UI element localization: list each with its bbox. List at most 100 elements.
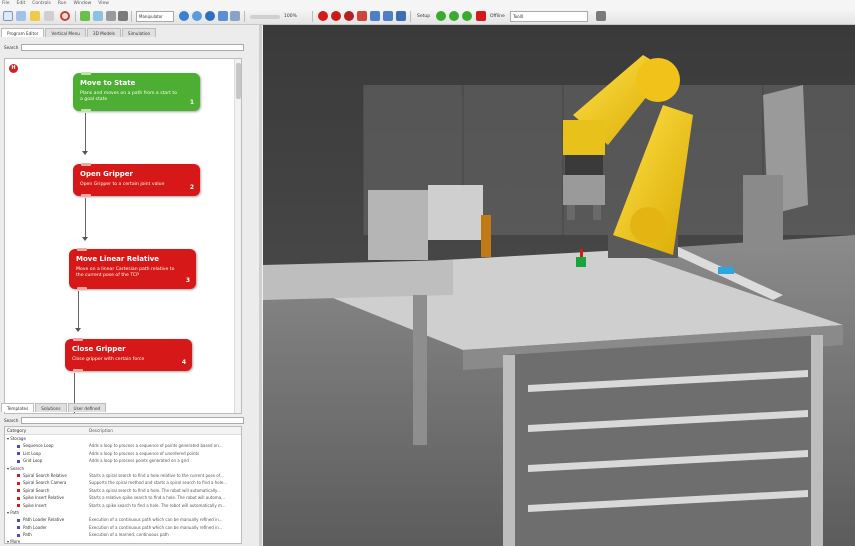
tab-templates[interactable]: Templates (1, 403, 35, 412)
template-icon (17, 452, 20, 456)
tab-simulation[interactable]: Simulation (121, 28, 157, 37)
node-output-port[interactable] (73, 369, 83, 372)
speed-slider[interactable] (250, 15, 280, 19)
tab-vertical-menu[interactable]: Vertical Menu (45, 28, 86, 37)
search-icon[interactable] (118, 11, 128, 21)
frame-tool-icon[interactable] (383, 11, 393, 21)
tree-item-row[interactable]: Path Execution of a learned, continuous p… (5, 531, 241, 538)
tree-item-row[interactable]: List Loop Adds a loop to process a sequen… (5, 450, 241, 457)
toolbar-separator (312, 11, 313, 22)
template-search-input[interactable] (21, 416, 244, 424)
node-output-port[interactable] (77, 287, 87, 290)
toolbar-separator (410, 11, 411, 22)
tree-item-row[interactable]: Sequence Loop Adds a loop to process a se… (5, 442, 241, 449)
folder-icon[interactable] (30, 11, 40, 21)
record-path-icon[interactable] (331, 11, 341, 21)
frame-icon[interactable] (230, 11, 240, 21)
node-input-port[interactable] (77, 248, 87, 251)
view-icon[interactable] (179, 11, 189, 21)
tree-label: Spike Insert Relative (23, 495, 64, 501)
tree-category-row[interactable]: ▾ Search (5, 465, 241, 472)
column-header-category[interactable]: Category (5, 427, 89, 434)
node-move-to-state[interactable]: Move to State Plans and moves on a path … (73, 72, 200, 112)
tree-category-cell: ▾ Search (5, 465, 89, 472)
step-icon[interactable] (449, 11, 459, 21)
menu-window[interactable]: Window (74, 0, 92, 8)
cut-icon[interactable] (93, 11, 103, 21)
manipulator-dropdown[interactable]: Manipulator (136, 11, 174, 22)
search-input[interactable] (21, 43, 244, 51)
globe-icon[interactable] (205, 11, 215, 21)
gripper-icon[interactable] (357, 11, 367, 21)
node-output-port[interactable] (81, 194, 91, 197)
settings-gear-icon[interactable] (596, 11, 606, 21)
tree-description-cell: Starts a relative spike search to find a… (89, 495, 225, 501)
menu-file[interactable]: File (2, 0, 10, 8)
program-scrollbar[interactable] (234, 59, 241, 413)
tree-category-row[interactable]: ▾ Storage (5, 435, 241, 442)
node-number: 2 (189, 184, 194, 191)
template-tree[interactable]: Category Description ▾ Storage Sequence L… (4, 426, 242, 544)
tree-category-row[interactable]: ▾ More (5, 538, 241, 543)
left-conveyor (263, 260, 453, 300)
tree-category-cell: Spiral Search (5, 487, 89, 494)
tree-item-row[interactable]: Path Loader Execution of a continuous pat… (5, 524, 241, 531)
3d-viewport[interactable] (263, 25, 855, 546)
toolbar: Manipulator 100% Setup Offline Tool0 (0, 8, 855, 25)
tab-user-defined[interactable]: User defined (67, 403, 107, 412)
fast-forward-icon[interactable] (462, 11, 472, 21)
node-input-port[interactable] (73, 338, 83, 341)
tree-item-row[interactable]: Spiral Search Relative Starts a spiral se… (5, 472, 241, 479)
menu-controls[interactable]: Controls (32, 0, 51, 8)
table-frame (503, 335, 823, 546)
node-number: 3 (185, 277, 190, 284)
undo-icon[interactable] (44, 11, 54, 21)
node-close-gripper[interactable]: Close Gripper Close gripper with certain… (65, 338, 192, 372)
tab-solutions[interactable]: Solutions (35, 403, 67, 412)
play-icon[interactable] (436, 11, 446, 21)
menu-view[interactable]: View (98, 0, 109, 8)
menu-edit[interactable]: Edit (17, 0, 26, 8)
tree-item-row[interactable]: Spike Insert Starts a spike search to fin… (5, 502, 241, 509)
node-input-port[interactable] (81, 163, 91, 166)
tool-dropdown[interactable]: Tool0 (510, 11, 588, 22)
tree-category-cell: ▾ More (5, 538, 89, 543)
template-icon (17, 474, 20, 478)
home-icon[interactable]: H (9, 64, 18, 73)
gripper-finger (593, 205, 601, 220)
program-canvas[interactable]: H Move to State Plans and moves on a pat… (4, 58, 242, 414)
node-description: Move on a linear Cartesian path relative… (76, 267, 175, 278)
delete-icon[interactable] (106, 11, 116, 21)
grid-icon[interactable] (218, 11, 228, 21)
tree-item-row[interactable]: Path Loader Relative Execution of a conti… (5, 516, 241, 523)
menu-run[interactable]: Run (58, 0, 67, 8)
blue-part (718, 267, 734, 274)
tab-3d-models[interactable]: 3D Models (86, 28, 121, 37)
node-input-port[interactable] (81, 72, 91, 75)
tree-category-cell: Spiral Search Camera (5, 479, 89, 486)
move-icon[interactable] (16, 11, 26, 21)
node-open-gripper[interactable]: Open Gripper Open Gripper to a certain j… (73, 163, 200, 197)
scrollbar-thumb[interactable] (236, 63, 241, 99)
tree-item-row[interactable]: Spiral Search Starts a spiral search to f… (5, 487, 241, 494)
select-icon[interactable] (3, 11, 13, 21)
teach-icon[interactable] (344, 11, 354, 21)
settings-icon[interactable] (396, 11, 406, 21)
tree-item-row[interactable]: Grid Loop Adds a loop to process points g… (5, 457, 241, 464)
tree-category-row[interactable]: ▾ Path (5, 509, 241, 516)
tree-item-row[interactable]: Spike Insert Relative Starts a relative s… (5, 494, 241, 501)
tool-icon[interactable] (370, 11, 380, 21)
column-header-description[interactable]: Description (89, 427, 241, 434)
camera-icon[interactable] (192, 11, 202, 21)
node-move-linear-relative[interactable]: Move Linear Relative Move on a linear Ca… (69, 248, 196, 290)
tree-category-cell: Path Loader (5, 524, 89, 531)
tree-description-cell (89, 465, 241, 472)
stop-program-icon[interactable] (476, 11, 486, 21)
tree-item-row[interactable]: Spiral Search Camera Supports the spiral … (5, 479, 241, 486)
record-icon[interactable] (318, 11, 328, 21)
stop-icon[interactable] (60, 11, 70, 21)
connector-arrow (82, 237, 88, 241)
node-output-port[interactable] (81, 109, 91, 112)
green-arrow-icon[interactable] (80, 11, 90, 21)
tab-program-editor[interactable]: Program Editor (1, 28, 45, 37)
